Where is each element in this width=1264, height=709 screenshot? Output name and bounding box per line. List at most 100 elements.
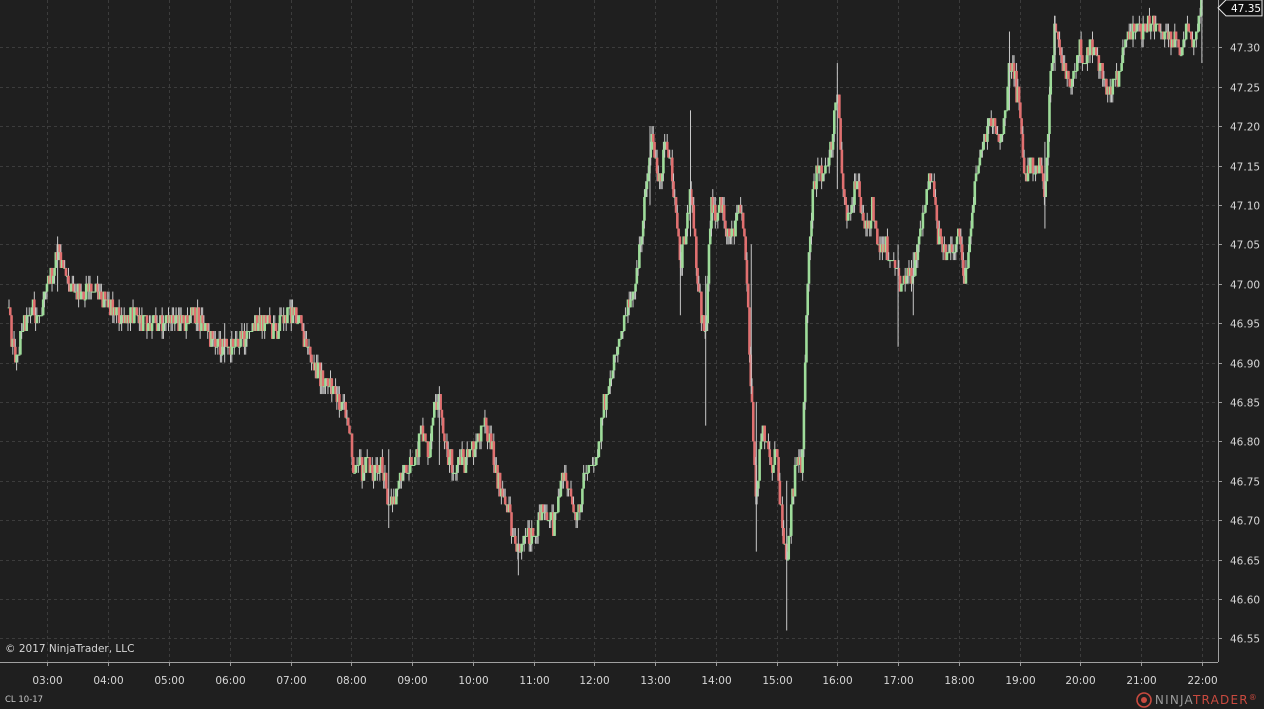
candle-body <box>531 528 535 536</box>
candle-body <box>441 417 445 434</box>
candle-body <box>572 504 575 513</box>
copyright-text: © 2017 NinjaTrader, LLC <box>5 643 135 655</box>
candle-body <box>1113 78 1117 80</box>
candle-body <box>1183 39 1187 41</box>
candle-body <box>976 173 979 175</box>
candle-body <box>924 204 927 213</box>
candle-body <box>772 464 775 473</box>
candle-body <box>917 236 921 245</box>
candle-body <box>1067 70 1070 79</box>
y-tick-label: 46.85 <box>1230 398 1260 410</box>
candle-body <box>305 338 308 347</box>
candle-body <box>934 197 937 205</box>
candle-body <box>238 346 241 348</box>
candle-body <box>776 449 779 458</box>
candle-body <box>133 307 136 324</box>
candle-body <box>834 102 837 111</box>
x-tick-label: 03:00 <box>32 675 62 687</box>
candle-body <box>621 331 625 332</box>
candle-body <box>100 291 103 300</box>
candle-body <box>427 457 431 459</box>
candle-body <box>1098 63 1102 71</box>
candle-body <box>286 307 289 324</box>
candle-body <box>353 472 356 474</box>
candle-body <box>103 291 107 300</box>
candle-body <box>216 338 220 347</box>
candle-body <box>233 346 236 348</box>
y-tick-label: 47.15 <box>1230 162 1260 174</box>
candle-body <box>164 315 168 324</box>
candle-body <box>977 165 980 174</box>
candle-body <box>69 283 73 292</box>
y-tick-label: 47.20 <box>1230 122 1260 134</box>
candle-body <box>782 528 785 544</box>
candle-body <box>173 323 177 325</box>
x-tick-label: 08:00 <box>336 675 366 687</box>
x-tick-label: 05:00 <box>154 675 184 687</box>
candle-body <box>974 173 978 182</box>
candle-body <box>1005 110 1008 112</box>
candle-body <box>424 433 427 442</box>
candle-body <box>150 323 154 331</box>
candle-body <box>717 204 721 213</box>
candle-body <box>989 118 993 127</box>
candle-body <box>970 212 974 229</box>
candle-body <box>1181 47 1184 56</box>
candle-body <box>1179 55 1183 57</box>
candle-body <box>84 283 88 300</box>
candle-body <box>236 338 240 347</box>
candlestick-series <box>7 0 1203 631</box>
candle-body <box>405 464 408 473</box>
candle-body <box>727 228 731 237</box>
candle-body <box>1192 39 1196 48</box>
candle-body <box>297 315 301 324</box>
candle-body <box>1029 157 1032 174</box>
candle-body <box>8 307 12 316</box>
candle-body <box>1198 15 1202 17</box>
y-tick-label: 47.25 <box>1230 83 1260 95</box>
candle-body <box>187 323 191 325</box>
x-tick-label: 22:00 <box>1187 675 1217 687</box>
candle-body <box>998 141 1002 143</box>
candle-body <box>250 331 254 332</box>
candle-body <box>308 346 312 355</box>
candle-body <box>676 212 679 229</box>
candle-body <box>1088 39 1092 56</box>
candle-body <box>686 212 689 229</box>
y-tick-label: 46.55 <box>1230 634 1260 646</box>
candle-body <box>274 323 278 331</box>
candle-body <box>610 378 613 380</box>
candle-body <box>1041 173 1045 182</box>
y-tick-label: 47.05 <box>1230 240 1260 252</box>
candle-body <box>741 212 745 229</box>
candle-body <box>695 236 698 268</box>
candle-body <box>40 315 44 317</box>
y-tick-label: 46.80 <box>1230 437 1260 449</box>
candle-body <box>1068 78 1072 87</box>
candle-body <box>793 464 797 497</box>
candle-body <box>203 323 207 331</box>
price-chart[interactable]: 46.55 46.60 46.65 46.70 46.75 46.80 46.85 46.90… <box>0 0 1264 709</box>
candle-body <box>677 228 680 237</box>
candle-body <box>921 212 925 229</box>
candle-body <box>1081 55 1084 64</box>
candle-body <box>622 315 626 331</box>
candle-body <box>972 204 975 213</box>
candle-body <box>426 441 430 458</box>
candle-body <box>474 441 478 450</box>
candle-body <box>484 417 488 426</box>
y-tick-label: 46.70 <box>1230 516 1260 528</box>
x-tick-label: 06:00 <box>215 675 245 687</box>
candle-body <box>277 331 280 339</box>
candle-body <box>1051 55 1055 64</box>
candle-body <box>1034 173 1037 175</box>
candle-body <box>1049 70 1053 95</box>
candle-body <box>1163 31 1166 40</box>
candle-body <box>1187 23 1191 32</box>
candle-body <box>346 417 350 426</box>
candle-body <box>716 212 720 221</box>
candle-body <box>348 425 351 434</box>
candle-body <box>1072 70 1075 79</box>
candle-body <box>476 441 479 443</box>
candle-body <box>310 354 313 363</box>
